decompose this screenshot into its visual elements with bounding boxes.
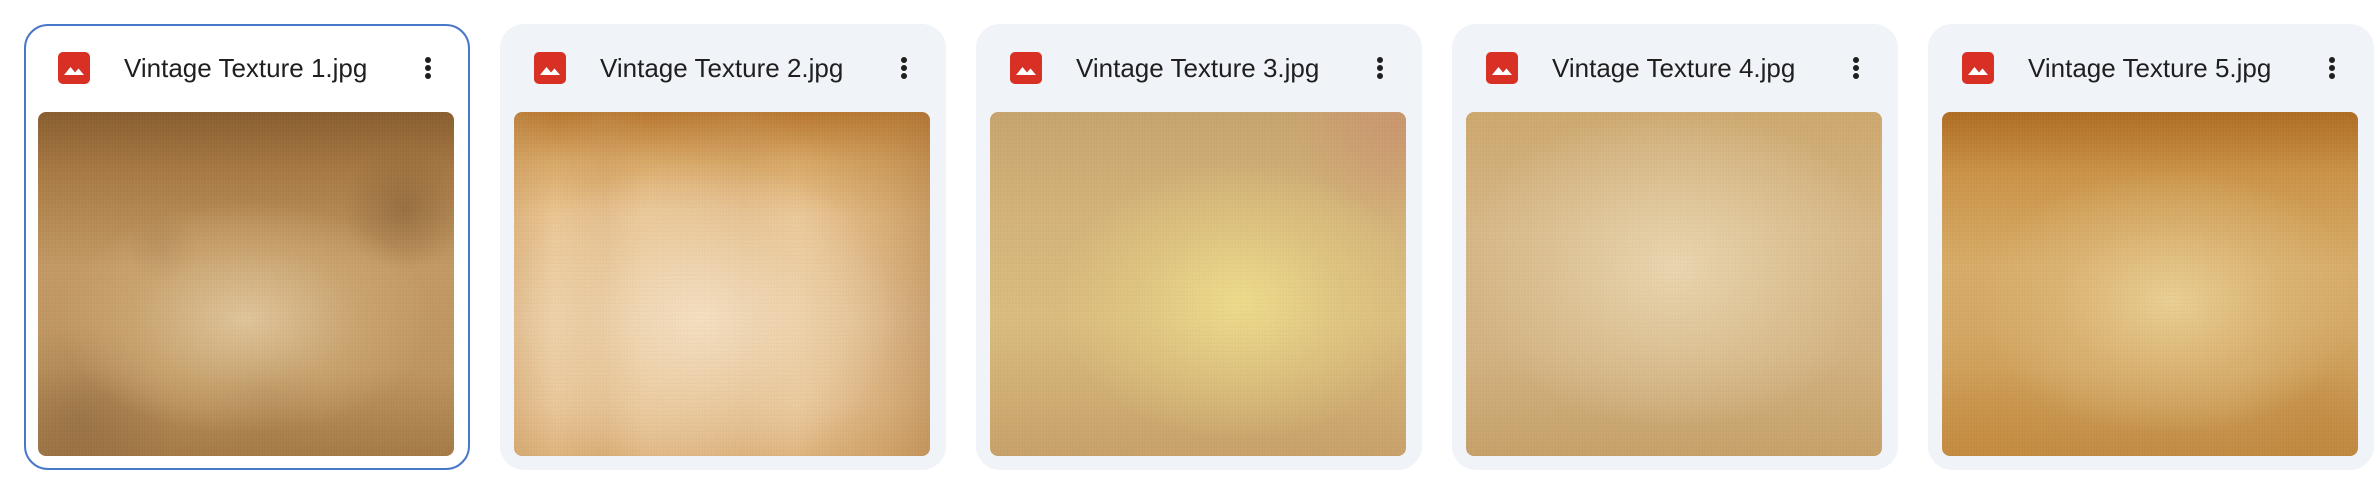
file-grid: Vintage Texture 1.jpg Vintage Texture 2.… bbox=[24, 24, 2374, 470]
more-actions-button[interactable] bbox=[404, 44, 452, 92]
file-thumbnail[interactable] bbox=[990, 112, 1406, 456]
file-thumbnail[interactable] bbox=[38, 112, 454, 456]
file-card[interactable]: Vintage Texture 3.jpg bbox=[976, 24, 1422, 470]
more-vert-icon bbox=[2329, 57, 2335, 63]
file-card[interactable]: Vintage Texture 1.jpg bbox=[24, 24, 470, 470]
file-name: Vintage Texture 2.jpg bbox=[600, 53, 844, 83]
more-actions-button[interactable] bbox=[1832, 44, 1880, 92]
more-actions-button[interactable] bbox=[880, 44, 928, 92]
image-file-icon bbox=[58, 52, 90, 84]
file-card-header: Vintage Texture 5.jpg bbox=[1928, 24, 2374, 112]
file-name: Vintage Texture 1.jpg bbox=[124, 53, 368, 83]
image-file-icon bbox=[1486, 52, 1518, 84]
file-thumbnail[interactable] bbox=[514, 112, 930, 456]
image-file-icon bbox=[534, 52, 566, 84]
more-actions-button[interactable] bbox=[2308, 44, 2356, 92]
file-thumbnail[interactable] bbox=[1466, 112, 1882, 456]
image-file-icon bbox=[1962, 52, 1994, 84]
file-thumbnail[interactable] bbox=[1942, 112, 2358, 456]
file-name: Vintage Texture 4.jpg bbox=[1552, 53, 1796, 83]
file-card-header: Vintage Texture 4.jpg bbox=[1452, 24, 1898, 112]
file-card-header: Vintage Texture 2.jpg bbox=[500, 24, 946, 112]
more-vert-icon bbox=[901, 57, 907, 63]
file-card[interactable]: Vintage Texture 5.jpg bbox=[1928, 24, 2374, 470]
more-actions-button[interactable] bbox=[1356, 44, 1404, 92]
more-vert-icon bbox=[1853, 57, 1859, 63]
file-card[interactable]: Vintage Texture 4.jpg bbox=[1452, 24, 1898, 470]
file-name: Vintage Texture 3.jpg bbox=[1076, 53, 1320, 83]
image-file-icon bbox=[1010, 52, 1042, 84]
file-card[interactable]: Vintage Texture 2.jpg bbox=[500, 24, 946, 470]
file-card-header: Vintage Texture 1.jpg bbox=[26, 26, 468, 114]
file-card-header: Vintage Texture 3.jpg bbox=[976, 24, 1422, 112]
more-vert-icon bbox=[1377, 57, 1383, 63]
more-vert-icon bbox=[425, 57, 431, 63]
file-name: Vintage Texture 5.jpg bbox=[2028, 53, 2272, 83]
